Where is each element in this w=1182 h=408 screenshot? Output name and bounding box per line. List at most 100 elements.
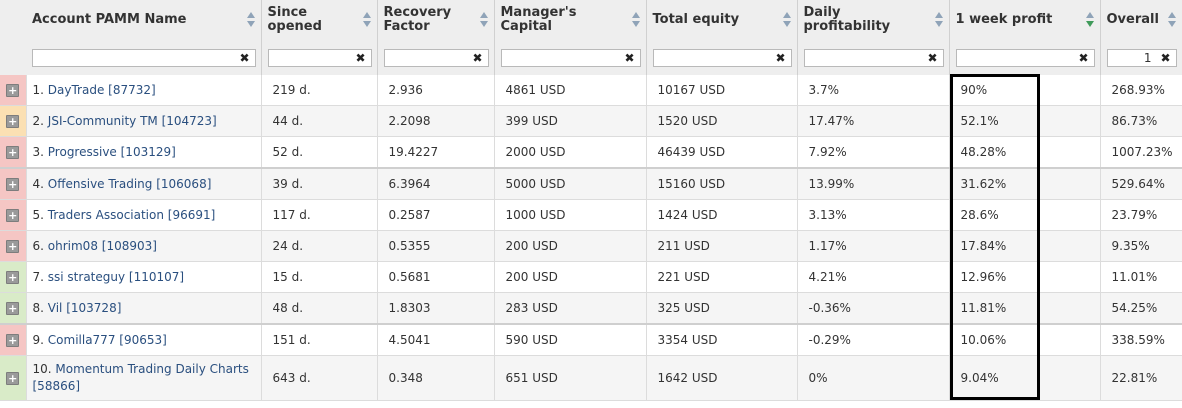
clear-filter-icon[interactable]: ✖ — [775, 51, 785, 65]
column-header-account-name[interactable]: Account PAMM Name — [26, 0, 262, 40]
rank-number: 1. — [32, 82, 44, 97]
week-profit-cell: 17.84% — [949, 230, 1101, 262]
managers-capital-cell: 5000 USD — [494, 168, 647, 200]
table-row[interactable]: +8. Vil [103728] 48 d. 1.8303 283 USD 325 US… — [0, 292, 1182, 325]
sort-arrows-icon[interactable] — [631, 12, 640, 28]
column-label: Account PAMM Name — [32, 12, 187, 27]
expand-row-icon[interactable]: + — [6, 114, 20, 128]
clear-filter-icon[interactable]: ✖ — [239, 51, 249, 65]
filter-input-overall[interactable]: 1 ✖ — [1106, 48, 1177, 67]
filter-input-managers-capital[interactable]: ✖ — [500, 48, 641, 67]
account-link[interactable]: Progressive [103129] — [48, 145, 176, 159]
daily-profitability-cell: 13.99% — [797, 168, 950, 200]
total-equity-cell: 15160 USD — [646, 168, 798, 200]
clear-filter-icon[interactable]: ✖ — [624, 51, 634, 65]
pamm-ranking-page: Account PAMM Name Since opened Recovery … — [0, 0, 1182, 408]
clear-filter-icon[interactable]: ✖ — [355, 51, 365, 65]
since-opened-cell: 48 d. — [261, 292, 378, 325]
filter-input-total-equity[interactable]: ✖ — [652, 48, 792, 67]
table-row[interactable]: +9. Comilla777 [90653] 151 d. 4.5041 590 US… — [0, 324, 1182, 356]
sort-arrows-icon[interactable] — [1167, 12, 1176, 28]
filter-cell-daily-profitability: ✖ — [797, 40, 950, 75]
sort-arrows-icon[interactable] — [362, 12, 371, 28]
account-link[interactable]: ohrim08 [108903] — [48, 239, 157, 253]
table-row[interactable]: +6. ohrim08 [108903] 24 d. 0.5355 200 USD 21… — [0, 230, 1182, 262]
sort-arrows-icon[interactable] — [782, 12, 791, 28]
filter-input-recovery-factor[interactable]: ✖ — [383, 48, 489, 67]
expand-row-icon[interactable]: + — [6, 371, 20, 385]
column-header-overall[interactable]: Overall — [1100, 0, 1182, 40]
account-link[interactable]: ssi strateguy [110107] — [48, 270, 184, 284]
sort-arrows-icon[interactable] — [934, 12, 943, 28]
expand-row-icon[interactable]: + — [6, 145, 20, 159]
filter-input-account-name[interactable]: ✖ — [32, 48, 256, 67]
account-link[interactable]: Comilla777 [90653] — [48, 333, 167, 347]
expand-row-icon[interactable]: + — [6, 83, 20, 97]
daily-profitability-cell: 17.47% — [797, 105, 950, 137]
table-row[interactable]: +7. ssi strateguy [110107] 15 d. 0.5681 200… — [0, 261, 1182, 293]
clear-filter-icon[interactable]: ✖ — [927, 51, 937, 65]
sort-arrows-icon[interactable] — [246, 12, 255, 28]
managers-capital-cell: 1000 USD — [494, 199, 647, 231]
column-header-daily-profitability[interactable]: Daily profitability — [797, 0, 950, 40]
expand-row-icon[interactable]: + — [6, 333, 20, 347]
filter-cell-managers-capital: ✖ — [494, 40, 647, 75]
row-flag-cell: + — [0, 292, 27, 325]
filter-input-daily-profitability[interactable]: ✖ — [803, 48, 944, 67]
recovery-factor-cell: 1.8303 — [377, 292, 495, 325]
column-header-total-equity[interactable]: Total equity — [646, 0, 798, 40]
filter-input-since-opened[interactable]: ✖ — [267, 48, 372, 67]
column-header-managers-capital[interactable]: Manager's Capital — [494, 0, 647, 40]
account-link[interactable]: Vil [103728] — [48, 301, 122, 315]
account-link[interactable]: Momentum Trading Daily Charts [58866] — [33, 362, 249, 393]
overall-cell: 54.25% — [1100, 292, 1182, 325]
overall-cell: 1007.23% — [1100, 136, 1182, 169]
account-link[interactable]: Offensive Trading [106068] — [48, 177, 212, 191]
recovery-factor-cell: 0.5355 — [377, 230, 495, 262]
expand-row-icon[interactable]: + — [6, 239, 20, 253]
week-profit-cell: 48.28% — [949, 136, 1101, 169]
table-row[interactable]: +4. Offensive Trading [106068] 39 d. 6.396… — [0, 168, 1182, 200]
since-opened-cell: 39 d. — [261, 168, 378, 200]
recovery-factor-cell: 0.348 — [377, 355, 495, 401]
account-name-cell: 9. Comilla777 [90653] — [26, 324, 262, 356]
table-row[interactable]: +1. DayTrade [87732] 219 d. 2.936 4861 USD 1… — [0, 75, 1182, 106]
column-header-since-opened[interactable]: Since opened — [261, 0, 378, 40]
week-profit-cell: 11.81% — [949, 292, 1101, 325]
total-equity-cell: 1520 USD — [646, 105, 798, 137]
table-row[interactable]: +5. Traders Association [96691] 117 d. 0.2… — [0, 199, 1182, 231]
expand-row-icon[interactable]: + — [6, 270, 20, 284]
daily-profitability-cell: 3.13% — [797, 199, 950, 231]
table-row[interactable]: +2. JSI-Community TM [104723] 44 d. 2.2098… — [0, 105, 1182, 137]
filter-input-1-week-profit[interactable]: ✖ — [955, 48, 1095, 67]
week-profit-cell: 9.04% — [949, 355, 1101, 401]
managers-capital-cell: 200 USD — [494, 261, 647, 293]
account-link[interactable]: DayTrade [87732] — [48, 83, 156, 97]
account-name-cell: 10. Momentum Trading Daily Charts [58866… — [26, 355, 262, 401]
sort-arrows-icon[interactable] — [479, 12, 488, 28]
expand-row-icon[interactable]: + — [6, 177, 20, 191]
total-equity-cell: 3354 USD — [646, 324, 798, 356]
account-link[interactable]: Traders Association [96691] — [48, 208, 216, 222]
filter-cell-total-equity: ✖ — [646, 40, 798, 75]
clear-filter-icon[interactable]: ✖ — [1078, 51, 1088, 65]
week-profit-cell: 10.06% — [949, 324, 1101, 356]
table-row[interactable]: +3. Progressive [103129] 52 d. 19.4227 2000… — [0, 136, 1182, 169]
sort-arrows-icon[interactable] — [1085, 12, 1094, 28]
column-header-recovery-factor[interactable]: Recovery Factor — [377, 0, 495, 40]
table-row[interactable]: +10. Momentum Trading Daily Charts [5886… — [0, 355, 1182, 401]
account-link[interactable]: JSI-Community TM [104723] — [48, 114, 217, 128]
expand-column-header — [0, 0, 26, 40]
filter-cell-overall: 1 ✖ — [1100, 40, 1182, 75]
since-opened-cell: 643 d. — [261, 355, 378, 401]
overall-cell: 11.01% — [1100, 261, 1182, 293]
column-header-1-week-profit[interactable]: 1 week profit — [949, 0, 1101, 40]
column-label: 1 week profit — [955, 12, 1053, 27]
expand-row-icon[interactable]: + — [6, 301, 20, 315]
row-flag-cell: + — [0, 230, 27, 262]
since-opened-cell: 117 d. — [261, 199, 378, 231]
clear-filter-icon[interactable]: ✖ — [1160, 51, 1170, 65]
clear-filter-icon[interactable]: ✖ — [472, 51, 482, 65]
filter-row: ✖ ✖ ✖ ✖ ✖ ✖ ✖ 1 ✖ — [0, 40, 1182, 75]
expand-row-icon[interactable]: + — [6, 208, 20, 222]
